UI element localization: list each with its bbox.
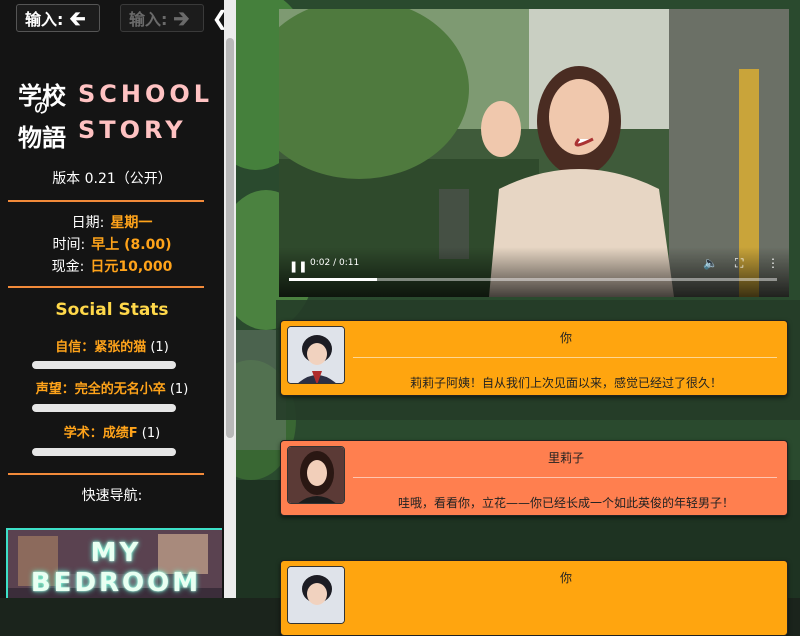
dialogue-box: 你 莉莉子阿姨！自从我们上次见面以来，感觉已经过了很久！: [280, 320, 788, 396]
player-avatar: [287, 566, 345, 624]
time-row: 时间: 早上 (8.00): [0, 234, 224, 254]
input-forward-label: 输入:: [129, 10, 168, 29]
dialogue-text: 莉莉子阿姨！自从我们上次见面以来，感觉已经过了很久！: [409, 376, 722, 390]
input-back-label: 输入:: [25, 10, 64, 29]
divider: [8, 473, 204, 475]
sidebar: 输入: 🡰 输入: 🡲 ❮ 学校 の 物語 SCHOOL STORY 版本 0.…: [0, 0, 236, 598]
pause-icon[interactable]: ❚❚: [289, 260, 307, 273]
ririko-avatar: [287, 446, 345, 504]
stat-reputation: 声望：完全的无名小卒 (1): [0, 378, 224, 397]
arrow-left-icon: 🡰: [69, 6, 86, 30]
stat-name: 声望：完全的无名小卒: [35, 382, 166, 397]
money-row: 现金: 日元10,000: [0, 256, 224, 276]
money-value: 日元10,000: [90, 259, 173, 275]
quick-nav-label: 快速导航:: [81, 488, 143, 504]
stat-academics: 学术：成绩F (1): [0, 422, 224, 441]
my-bedroom-nav-card[interactable]: MY BEDROOM: [6, 528, 222, 598]
video-player[interactable]: ❚❚ 0:02 / 0:11 🔈 ⛶ ⋮: [279, 9, 789, 297]
fullscreen-icon[interactable]: ⛶: [735, 256, 743, 271]
more-vertical-icon[interactable]: ⋮: [767, 256, 779, 270]
video-time: 0:02 / 0:11: [310, 258, 360, 268]
stat-count: (1): [141, 426, 161, 441]
stat-confidence: 自信：紧张的猫 (1): [0, 336, 224, 355]
time-value: 早上 (8.00): [91, 237, 172, 253]
stat-reputation-bar: [32, 404, 176, 412]
logo-cjk-bottom: 物語: [18, 124, 66, 152]
dialogue-separator: [353, 477, 777, 478]
stat-count: (1): [150, 340, 169, 355]
dialogue-separator: [353, 357, 777, 358]
version-label: 版本 0.21（公开）: [52, 171, 172, 187]
stat-confidence-bar: [32, 361, 176, 369]
player-avatar: [287, 326, 345, 384]
speaker-name: 你: [559, 331, 572, 345]
stat-name: 学术：成绩F: [63, 426, 138, 441]
divider: [8, 286, 204, 288]
money-label: 现金:: [51, 259, 85, 275]
logo-en-top: SCHOOL: [78, 80, 214, 108]
bedroom-line-1: MY: [90, 538, 142, 568]
dialogue-box: 里莉子 哇哦，看看你，立花——你已经长成一个如此英俊的年轻男子！: [280, 440, 788, 516]
stat-count: (1): [169, 382, 189, 397]
input-back-button[interactable]: 输入: 🡰: [16, 4, 100, 32]
date-row: 日期: 星期一: [0, 212, 224, 232]
social-stats-title: Social Stats: [55, 300, 169, 320]
stat-name: 自信：紧张的猫: [55, 340, 147, 355]
volume-icon[interactable]: 🔈: [703, 256, 718, 270]
dialogue-text: 哇哦，看看你，立花——你已经长成一个如此英俊的年轻男子！: [397, 496, 734, 510]
stat-academics-bar: [32, 448, 176, 456]
sidebar-scrollbar[interactable]: [224, 0, 236, 598]
video-progress-fill: [289, 278, 377, 281]
logo-en-bottom: STORY: [78, 116, 187, 144]
arrow-right-icon: 🡲: [173, 6, 190, 30]
dialogue-box: 你: [280, 560, 788, 636]
scrollbar-thumb[interactable]: [226, 38, 234, 438]
speaker-name: 你: [559, 571, 572, 585]
input-forward-button[interactable]: 输入: 🡲: [120, 4, 204, 32]
video-controls: ❚❚ 0:02 / 0:11 🔈 ⛶ ⋮: [279, 247, 789, 297]
date-label: 日期:: [71, 215, 105, 231]
divider: [8, 200, 204, 202]
video-progress-track[interactable]: [289, 278, 777, 281]
bedroom-line-2: BEDROOM: [30, 568, 202, 598]
bedroom-title: MY BEDROOM: [8, 538, 222, 598]
logo-cjk-small: の: [34, 101, 48, 117]
time-label: 时间:: [52, 237, 86, 253]
speaker-name: 里莉子: [547, 451, 584, 465]
date-value: 星期一: [110, 215, 153, 231]
game-logo: 学校 の 物語 SCHOOL STORY: [16, 76, 216, 152]
